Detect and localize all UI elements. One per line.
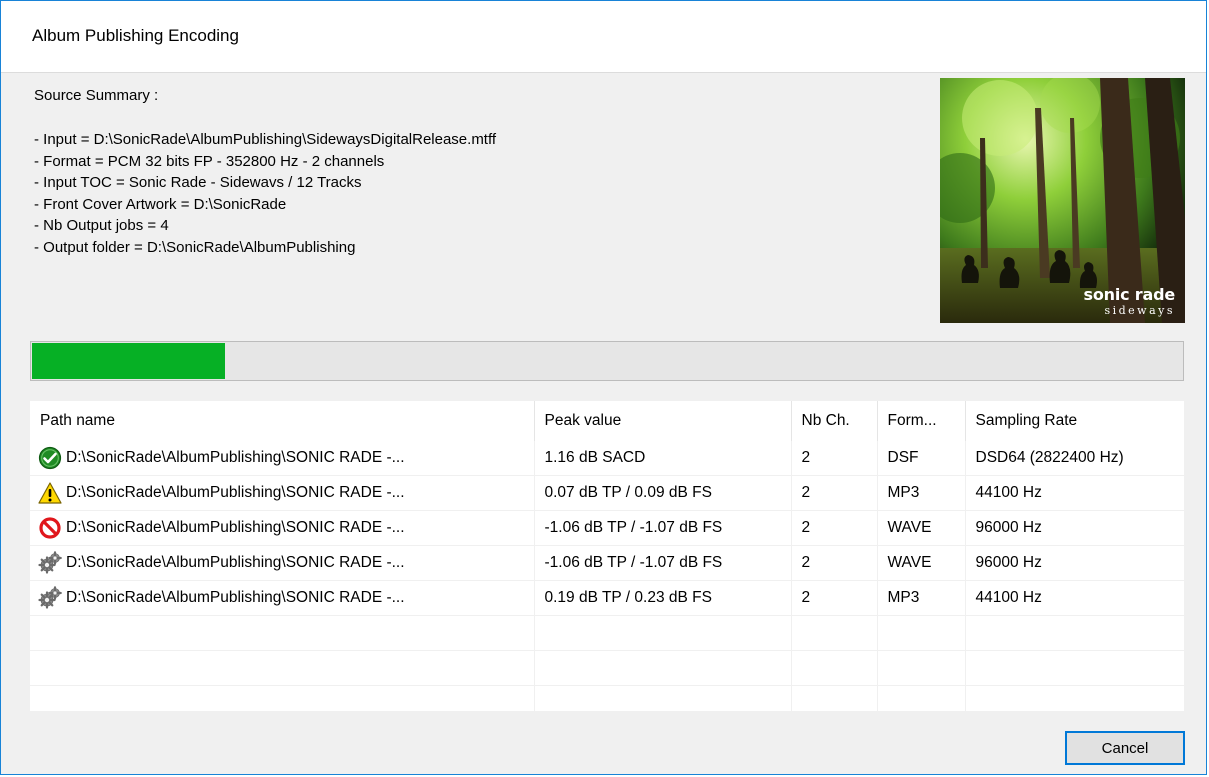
empty-row bbox=[30, 650, 1184, 686]
format-cell: WAVE bbox=[877, 510, 966, 546]
peak-cell: -1.06 dB TP / -1.07 dB FS bbox=[534, 510, 792, 546]
path-text: D:\SonicRade\AlbumPublishing\SONIC RADE … bbox=[66, 449, 405, 466]
channels-cell: 2 bbox=[791, 545, 878, 581]
warning-icon bbox=[38, 481, 62, 505]
table-row[interactable]: D:\SonicRade\AlbumPublishing\SONIC RADE … bbox=[30, 580, 1184, 616]
encoding-progress-bar bbox=[30, 341, 1184, 381]
table-row[interactable]: D:\SonicRade\AlbumPublishing\SONIC RADE … bbox=[30, 545, 1184, 581]
sampling-rate-cell: 44100 Hz bbox=[965, 475, 1184, 511]
sampling-rate-cell: 96000 Hz bbox=[965, 510, 1184, 546]
channels-cell: 2 bbox=[791, 510, 878, 546]
prohibited-icon bbox=[38, 516, 62, 540]
format-cell: MP3 bbox=[877, 475, 966, 511]
summary-cover-artwork: - Front Cover Artwork = D:\SonicRade bbox=[34, 195, 287, 213]
sampling-rate-cell: DSD64 (2822400 Hz) bbox=[965, 441, 1184, 476]
peak-cell: 0.07 dB TP / 0.09 dB FS bbox=[534, 475, 792, 511]
output-jobs-table[interactable]: Path name Peak value Nb Ch. Form... Samp… bbox=[30, 401, 1184, 711]
peak-cell: 1.16 dB SACD bbox=[534, 441, 792, 476]
empty-row bbox=[30, 615, 1184, 651]
path-text: D:\SonicRade\AlbumPublishing\SONIC RADE … bbox=[66, 484, 405, 501]
path-text: D:\SonicRade\AlbumPublishing\SONIC RADE … bbox=[66, 519, 405, 536]
path-cell: D:\SonicRade\AlbumPublishing\SONIC RADE … bbox=[30, 580, 535, 616]
table-row[interactable]: D:\SonicRade\AlbumPublishing\SONIC RADE … bbox=[30, 510, 1184, 546]
format-cell: MP3 bbox=[877, 580, 966, 616]
column-header-sampling-rate[interactable]: Sampling Rate bbox=[965, 401, 1184, 441]
summary-heading: Source Summary : bbox=[34, 87, 159, 104]
album-cover-artwork: sonic rade sideways bbox=[940, 78, 1185, 323]
column-header-nb-channels[interactable]: Nb Ch. bbox=[791, 401, 878, 441]
summary-list: - Input = D:\SonicRade\AlbumPublishing\S… bbox=[34, 129, 496, 258]
summary-output-folder: - Output folder = D:\SonicRade\AlbumPubl… bbox=[34, 238, 356, 256]
table-header: Path name Peak value Nb Ch. Form... Samp… bbox=[30, 401, 1184, 441]
gears-icon bbox=[38, 586, 62, 610]
path-cell: D:\SonicRade\AlbumPublishing\SONIC RADE … bbox=[30, 510, 535, 546]
empty-row bbox=[30, 685, 1184, 711]
table-row[interactable]: D:\SonicRade\AlbumPublishing\SONIC RADE … bbox=[30, 441, 1184, 476]
column-header-path-name[interactable]: Path name bbox=[30, 401, 535, 441]
path-text: D:\SonicRade\AlbumPublishing\SONIC RADE … bbox=[66, 589, 405, 606]
path-cell: D:\SonicRade\AlbumPublishing\SONIC RADE … bbox=[30, 545, 535, 581]
format-cell: DSF bbox=[877, 441, 966, 476]
sampling-rate-cell: 96000 Hz bbox=[965, 545, 1184, 581]
table-row[interactable]: D:\SonicRade\AlbumPublishing\SONIC RADE … bbox=[30, 475, 1184, 511]
path-text: D:\SonicRade\AlbumPublishing\SONIC RADE … bbox=[66, 554, 405, 571]
progress-fill bbox=[32, 343, 225, 379]
check-icon bbox=[38, 446, 62, 470]
format-cell: WAVE bbox=[877, 545, 966, 581]
channels-cell: 2 bbox=[791, 580, 878, 616]
path-cell: D:\SonicRade\AlbumPublishing\SONIC RADE … bbox=[30, 441, 535, 476]
summary-toc: - Input TOC = Sonic Rade - Sidewavs / 12… bbox=[34, 174, 362, 191]
window-title: Album Publishing Encoding bbox=[32, 26, 239, 45]
sampling-rate-cell: 44100 Hz bbox=[965, 580, 1184, 616]
cover-artist-text: sonic rade bbox=[1083, 285, 1176, 304]
title-bar: Album Publishing Encoding bbox=[1, 1, 1206, 73]
path-cell: D:\SonicRade\AlbumPublishing\SONIC RADE … bbox=[30, 475, 535, 511]
encoding-dialog: Album Publishing Encoding Source Summary… bbox=[0, 0, 1207, 775]
column-header-peak-value[interactable]: Peak value bbox=[534, 401, 792, 441]
summary-input: - Input = D:\SonicRade\AlbumPublishing\S… bbox=[34, 131, 497, 148]
column-header-format[interactable]: Form... bbox=[877, 401, 966, 441]
gears-icon bbox=[38, 551, 62, 575]
peak-cell: 0.19 dB TP / 0.23 dB FS bbox=[534, 580, 792, 616]
peak-cell: -1.06 dB TP / -1.07 dB FS bbox=[534, 545, 792, 581]
summary-format: - Format = PCM 32 bits FP - 352800 Hz - … bbox=[34, 152, 385, 170]
summary-output-jobs: - Nb Output jobs = 4 bbox=[34, 217, 169, 234]
channels-cell: 2 bbox=[791, 441, 878, 476]
cover-album-text: sideways bbox=[1104, 304, 1175, 317]
cancel-button[interactable]: Cancel bbox=[1065, 731, 1185, 765]
channels-cell: 2 bbox=[791, 475, 878, 511]
